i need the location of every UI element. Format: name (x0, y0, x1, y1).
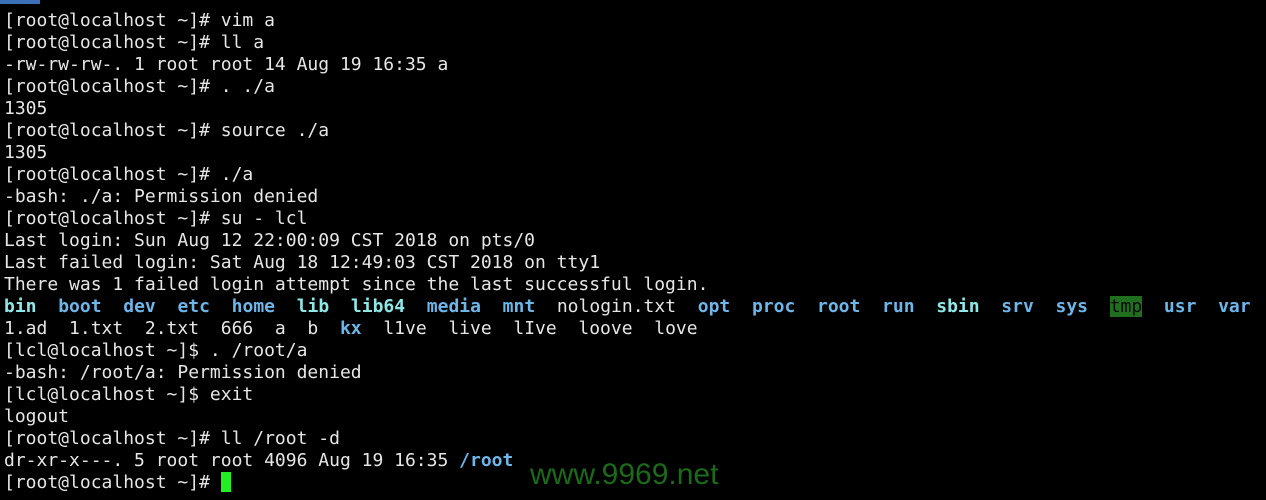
file-entry-dir: kx (339, 318, 362, 339)
file-entry-dir: proc (751, 296, 796, 317)
terminal-text: -bash: ./a: Permission denied (4, 186, 319, 207)
file-entry-dir: etc (177, 296, 210, 317)
file-entry-dir: run (882, 296, 915, 317)
terminal-text: [lcl@localhost ~]$ exit (4, 384, 254, 405)
file-entry-link: lib64 (350, 296, 406, 317)
terminal-text: There was 1 failed login attempt since t… (4, 274, 709, 295)
file-entry-link: lib (296, 296, 330, 317)
terminal-text: -rw-rw-rw-. 1 root root 14 Aug 19 16:35 … (4, 54, 449, 75)
terminal-output[interactable]: [root@localhost ~]# vim a [root@localhost… (4, 10, 1251, 494)
file-entry-link: bin (4, 296, 37, 317)
file-entry-dir: sys (1055, 296, 1088, 317)
terminal-text: logout (4, 406, 70, 427)
terminal-line: [root@localhost ~]# su - lcl (4, 208, 1251, 230)
terminal-text: dr-xr-x---. 5 root root 4096 Aug 19 16:3… (4, 450, 460, 471)
terminal-line: [root@localhost ~]# vim a (4, 10, 1251, 32)
terminal-text: [root@localhost ~]# ./a (4, 164, 254, 185)
terminal-text: 1.ad 1.txt 2.txt 666 a b (4, 318, 340, 339)
terminal-line: logout (4, 406, 1251, 428)
file-entry-dir: /root (459, 450, 514, 471)
terminal-text: [lcl@localhost ~]$ . /root/a (4, 340, 308, 361)
window-top-bar (0, 0, 40, 4)
terminal-text: [root@localhost ~]# su - lcl (4, 208, 308, 229)
file-entry-dir: mnt (502, 296, 536, 317)
terminal-line: -bash: /root/a: Permission denied (4, 362, 1251, 384)
terminal-text: l1ve live lIve loove love (361, 318, 698, 339)
terminal-line: [lcl@localhost ~]$ exit (4, 384, 1251, 406)
file-entry-link: sbin (936, 296, 980, 317)
terminal-line: [root@localhost ~]# ll /root -d (4, 428, 1251, 450)
file-entry-dir: srv (1001, 296, 1034, 317)
terminal-line: [lcl@localhost ~]$ . /root/a (4, 340, 1251, 362)
terminal-line: [root@localhost ~]# source ./a (4, 120, 1251, 142)
terminal-text: 1305 (4, 98, 48, 119)
terminal-line: Last failed login: Sat Aug 18 12:49:03 C… (4, 252, 1251, 274)
file-entry-sticky: tmp (1109, 296, 1143, 317)
file-entry-dir: media (426, 296, 481, 317)
terminal-text: Last failed login: Sat Aug 18 12:49:03 C… (4, 252, 601, 273)
terminal-line: [root@localhost ~]# ll a (4, 32, 1251, 54)
terminal-text: Last login: Sun Aug 12 22:00:09 CST 2018… (4, 230, 536, 251)
terminal-line: There was 1 failed login attempt since t… (4, 274, 1251, 296)
terminal-text: 1305 (4, 142, 48, 163)
terminal-line: -bash: ./a: Permission denied (4, 186, 1251, 208)
file-entry-dir: home (231, 296, 276, 317)
watermark: www.9969.net (530, 458, 719, 491)
terminal-line: [root@localhost ~]# ./a (4, 164, 1251, 186)
cursor (220, 472, 231, 492)
terminal-text: [root@localhost ~]# source ./a (4, 120, 330, 141)
file-entry-dir: var (1218, 296, 1251, 317)
file-entry-dir: root (816, 296, 861, 317)
terminal-line: bin boot dev etc home lib lib64 media mn… (4, 296, 1251, 318)
file-entry-dir: boot (58, 296, 102, 317)
file-entry-dir: dev (123, 296, 156, 317)
terminal-line: [root@localhost ~]# . ./a (4, 76, 1251, 98)
terminal-line: Last login: Sun Aug 12 22:00:09 CST 2018… (4, 230, 1251, 252)
terminal-line: -rw-rw-rw-. 1 root root 14 Aug 19 16:35 … (4, 54, 1251, 76)
terminal-text: nologin.txt (535, 296, 698, 317)
terminal-text: [root@localhost ~]# ll a (4, 32, 265, 53)
terminal-text: [root@localhost ~]# vim a (4, 10, 275, 31)
terminal-text: -bash: /root/a: Permission denied (4, 362, 362, 383)
terminal-line: 1305 (4, 98, 1251, 120)
terminal-text: [root@localhost ~]# ll /root -d (4, 428, 340, 449)
terminal-line: 1.ad 1.txt 2.txt 666 a b kx l1ve live lI… (4, 318, 1251, 340)
file-entry-dir: usr (1163, 296, 1197, 317)
terminal-line: 1305 (4, 142, 1251, 164)
terminal-text: [root@localhost ~]# (4, 472, 221, 493)
file-entry-dir: opt (697, 296, 731, 317)
terminal-text: [root@localhost ~]# . ./a (4, 76, 275, 97)
